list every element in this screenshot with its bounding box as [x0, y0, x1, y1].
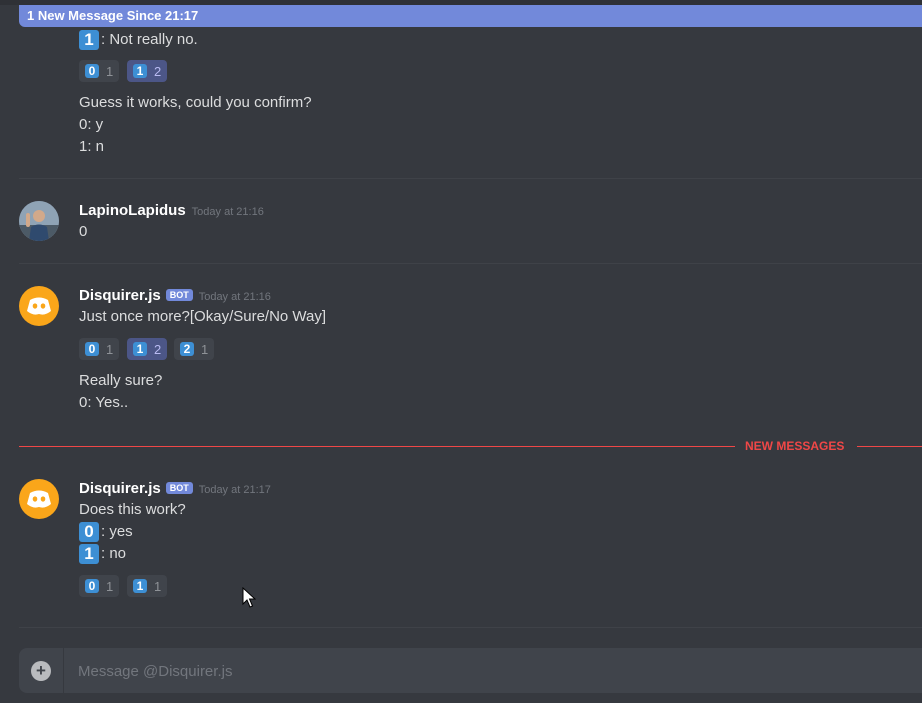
- reaction-keycap-0[interactable]: 0 1: [79, 60, 120, 82]
- reaction-count: 1: [106, 63, 114, 79]
- message-text: Really sure?: [79, 372, 163, 389]
- mouse-cursor-icon: [242, 587, 256, 608]
- keycap-zero-emoji: 0: [79, 522, 99, 542]
- username[interactable]: Disquirer.js: [79, 480, 161, 497]
- message-text: 0: [79, 223, 88, 240]
- message-composer: +: [19, 648, 922, 695]
- keycap-one-emoji: 1: [133, 64, 147, 78]
- message-line: 0: yes: [79, 522, 133, 542]
- reaction-keycap-2[interactable]: 2 1: [174, 338, 215, 360]
- reaction-count: 1: [106, 341, 114, 357]
- message-text: 0: Yes..: [79, 394, 129, 411]
- timestamp: Today at 21:16: [198, 291, 271, 303]
- timestamp: Today at 21:17: [198, 484, 271, 496]
- reaction-keycap-1[interactable]: 1 1: [127, 575, 168, 597]
- message-divider: [19, 263, 922, 264]
- timestamp: Today at 21:16: [191, 206, 264, 218]
- new-messages-divider: [857, 446, 922, 447]
- reaction-count: 1: [154, 578, 162, 594]
- reaction-keycap-1[interactable]: 1 2: [127, 338, 168, 360]
- reaction-count: 1: [106, 578, 114, 594]
- discord-logo-icon: [27, 490, 51, 508]
- plus-icon[interactable]: +: [31, 661, 51, 681]
- reaction-count: 2: [154, 63, 162, 79]
- reaction-count: 1: [201, 341, 209, 357]
- message-header: Disquirer.js BOT Today at 21:16: [79, 287, 271, 305]
- message-text: : no: [101, 544, 127, 562]
- keycap-two-emoji: 2: [180, 342, 194, 356]
- discord-logo-icon: [27, 297, 51, 315]
- username[interactable]: LapinoLapidus: [79, 202, 186, 219]
- message-header: Disquirer.js BOT Today at 21:17: [79, 480, 271, 498]
- keycap-zero-emoji: 0: [85, 579, 99, 593]
- keycap-zero-emoji: 0: [85, 342, 99, 356]
- message-text: 1: n: [79, 138, 105, 155]
- keycap-one-emoji: 1: [133, 579, 147, 593]
- message-text: 0: y: [79, 116, 104, 133]
- bot-badge: BOT: [165, 482, 193, 494]
- message-divider: [19, 178, 922, 179]
- bot-badge: BOT: [165, 289, 193, 301]
- keycap-zero-emoji: 0: [85, 64, 99, 78]
- avatar[interactable]: [19, 201, 59, 241]
- new-messages-label: NEW MESSAGES: [745, 439, 845, 453]
- message-divider: [19, 627, 922, 628]
- message-text: Guess it works, could you confirm?: [79, 94, 312, 111]
- avatar[interactable]: [19, 479, 59, 519]
- composer-separator: [63, 648, 64, 693]
- reaction-keycap-0[interactable]: 0 1: [79, 338, 120, 360]
- message-line: 1: no: [79, 544, 126, 564]
- reaction-keycap-1[interactable]: 1 2: [127, 60, 168, 82]
- keycap-one-emoji: 1: [79, 30, 99, 50]
- message-text: : yes: [101, 522, 133, 540]
- message-input[interactable]: [76, 648, 900, 695]
- message-text: Does this work?: [79, 501, 186, 518]
- reaction-count: 2: [154, 341, 162, 357]
- keycap-one-emoji: 1: [79, 544, 99, 564]
- username[interactable]: Disquirer.js: [79, 287, 161, 304]
- new-messages-divider: [19, 446, 735, 447]
- avatar[interactable]: [19, 286, 59, 326]
- message-line: 1: Not really no.: [79, 30, 198, 50]
- message-text: : Not really no.: [101, 30, 198, 48]
- message-text: Just once more?[Okay/Sure/No Way]: [79, 308, 327, 325]
- new-messages-banner[interactable]: 1 New Message Since 21:17: [19, 5, 922, 27]
- message-header: LapinoLapidus Today at 21:16: [79, 202, 264, 220]
- reaction-keycap-0[interactable]: 0 1: [79, 575, 120, 597]
- keycap-one-emoji: 1: [133, 342, 147, 356]
